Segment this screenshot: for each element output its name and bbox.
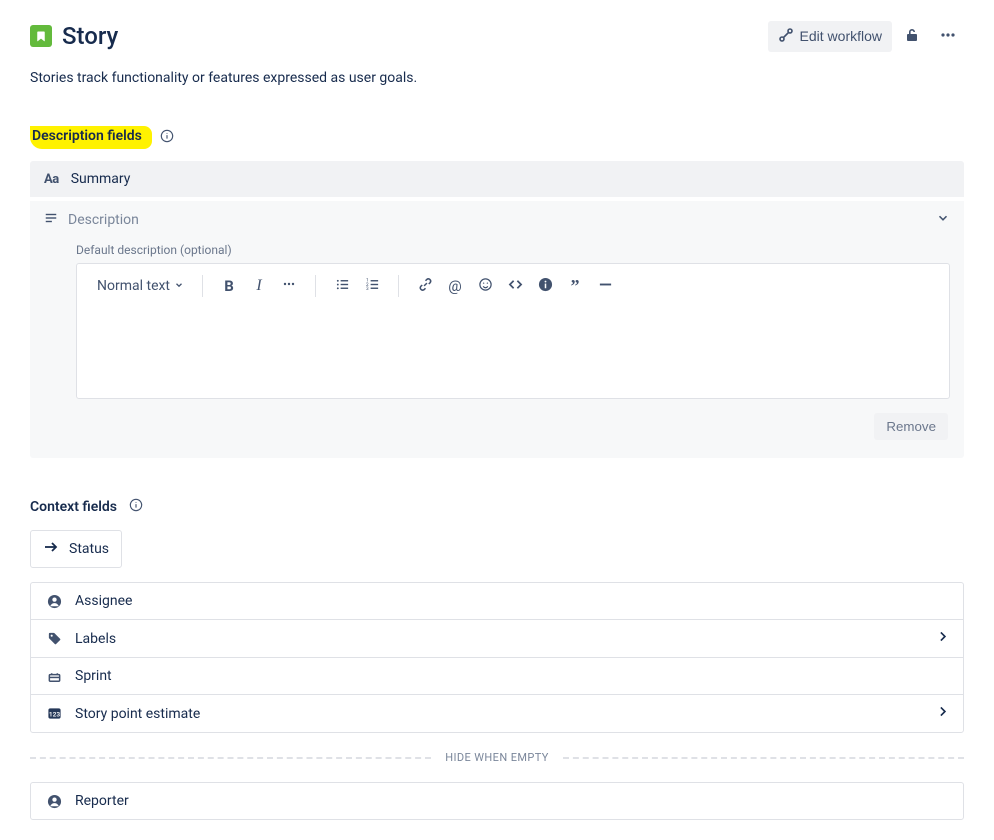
tag-icon: [45, 631, 63, 646]
unlock-icon: [904, 27, 920, 46]
bold-button[interactable]: B: [217, 274, 241, 298]
workflow-icon: [778, 27, 794, 46]
italic-button[interactable]: I: [247, 274, 271, 298]
remove-row: Remove: [44, 399, 950, 444]
divider-button[interactable]: [593, 274, 617, 298]
emoji-button[interactable]: [473, 274, 497, 298]
sprint-icon: [45, 669, 63, 684]
edit-workflow-button[interactable]: Edit workflow: [768, 21, 892, 52]
paragraph-icon: [44, 211, 58, 229]
story-type-icon: [30, 25, 52, 47]
summary-field-label: Summary: [71, 171, 131, 187]
edit-workflow-label: Edit workflow: [800, 28, 882, 44]
page-header: Story Edit workflow: [30, 20, 964, 52]
context-fields-heading: Context fields: [30, 499, 117, 515]
lock-button[interactable]: [896, 20, 928, 52]
context-fields-heading-row: Context fields: [30, 498, 964, 516]
description-panel-header[interactable]: Description: [44, 211, 950, 229]
more-formatting-button[interactable]: [277, 274, 301, 298]
reporter-field-label: Reporter: [75, 793, 129, 809]
info-panel-button[interactable]: [533, 274, 557, 298]
chevron-right-icon: [936, 705, 949, 722]
number-icon: 123: [45, 706, 63, 721]
page-title: Story: [62, 22, 118, 50]
status-field-label: Status: [69, 541, 109, 557]
at-sign-icon: @: [448, 277, 461, 295]
context-fields-list-2: Reporter: [30, 782, 964, 820]
divider-line: [563, 757, 964, 759]
link-button[interactable]: [413, 274, 437, 298]
quote-icon: ”: [571, 276, 580, 297]
svg-text:123: 123: [48, 710, 59, 718]
context-fields-list: Assignee Labels Sprint 123 Story point e…: [30, 582, 964, 733]
header-left: Story: [30, 22, 118, 50]
assignee-field-row[interactable]: Assignee: [31, 583, 963, 620]
editor-toolbar: Normal text B I 123: [77, 264, 949, 308]
description-field-panel: Description Default description (optiona…: [30, 201, 964, 458]
default-description-label: Default description (optional): [76, 243, 950, 257]
info-filled-icon: [538, 277, 553, 296]
bullet-list-icon: [335, 277, 350, 296]
svg-text:3: 3: [365, 286, 368, 292]
hide-when-empty-label: HIDE WHEN EMPTY: [445, 751, 549, 764]
labels-field-label: Labels: [75, 631, 116, 647]
description-fields-highlight: Description fields: [30, 126, 152, 149]
reporter-field-row[interactable]: Reporter: [31, 783, 963, 819]
sprint-field-label: Sprint: [75, 668, 112, 684]
page-subtitle: Stories track functionality or features …: [30, 70, 964, 86]
description-panel-header-left: Description: [44, 211, 139, 229]
story-point-field-row[interactable]: 123 Story point estimate: [31, 695, 963, 732]
summary-field-row[interactable]: Aa Summary: [30, 161, 964, 197]
code-icon: [508, 277, 523, 296]
chevron-down-icon[interactable]: [936, 211, 950, 229]
header-actions: Edit workflow: [768, 20, 964, 52]
chevron-down-icon: [174, 278, 184, 294]
toolbar-separator: [315, 275, 316, 297]
assignee-field-label: Assignee: [75, 593, 132, 609]
bullet-list-button[interactable]: [330, 274, 354, 298]
person-icon: [45, 594, 63, 609]
code-button[interactable]: [503, 274, 527, 298]
info-icon[interactable]: [129, 498, 143, 516]
description-editor: Normal text B I 123: [76, 263, 950, 399]
more-horizontal-icon: [939, 26, 957, 47]
text-field-icon: Aa: [44, 172, 59, 187]
toolbar-separator: [202, 275, 203, 297]
chevron-right-icon: [936, 630, 949, 647]
more-actions-button[interactable]: [932, 20, 964, 52]
info-icon[interactable]: [160, 129, 174, 147]
numbered-list-button[interactable]: 123: [360, 274, 384, 298]
description-textarea[interactable]: [77, 308, 949, 398]
arrow-right-icon: [43, 539, 59, 559]
hide-when-empty-divider: HIDE WHEN EMPTY: [30, 751, 964, 764]
horizontal-rule-icon: [598, 277, 613, 296]
description-fields-heading-row: Description fields: [30, 126, 964, 149]
numbered-list-icon: 123: [365, 277, 380, 296]
story-point-field-label: Story point estimate: [75, 706, 200, 722]
more-horizontal-icon: [281, 276, 297, 296]
divider-line: [30, 757, 431, 759]
status-field-button[interactable]: Status: [30, 530, 122, 568]
toolbar-separator: [398, 275, 399, 297]
text-style-dropdown[interactable]: Normal text: [93, 276, 188, 296]
labels-field-row[interactable]: Labels: [31, 620, 963, 658]
description-field-label: Description: [68, 212, 139, 228]
person-icon: [45, 794, 63, 809]
mention-button[interactable]: @: [443, 274, 467, 298]
remove-button[interactable]: Remove: [874, 413, 948, 440]
link-icon: [418, 277, 433, 296]
sprint-field-row[interactable]: Sprint: [31, 658, 963, 695]
text-style-label: Normal text: [97, 278, 170, 294]
emoji-icon: [478, 277, 493, 296]
description-fields-heading: Description fields: [32, 128, 142, 144]
quote-button[interactable]: ”: [563, 274, 587, 298]
